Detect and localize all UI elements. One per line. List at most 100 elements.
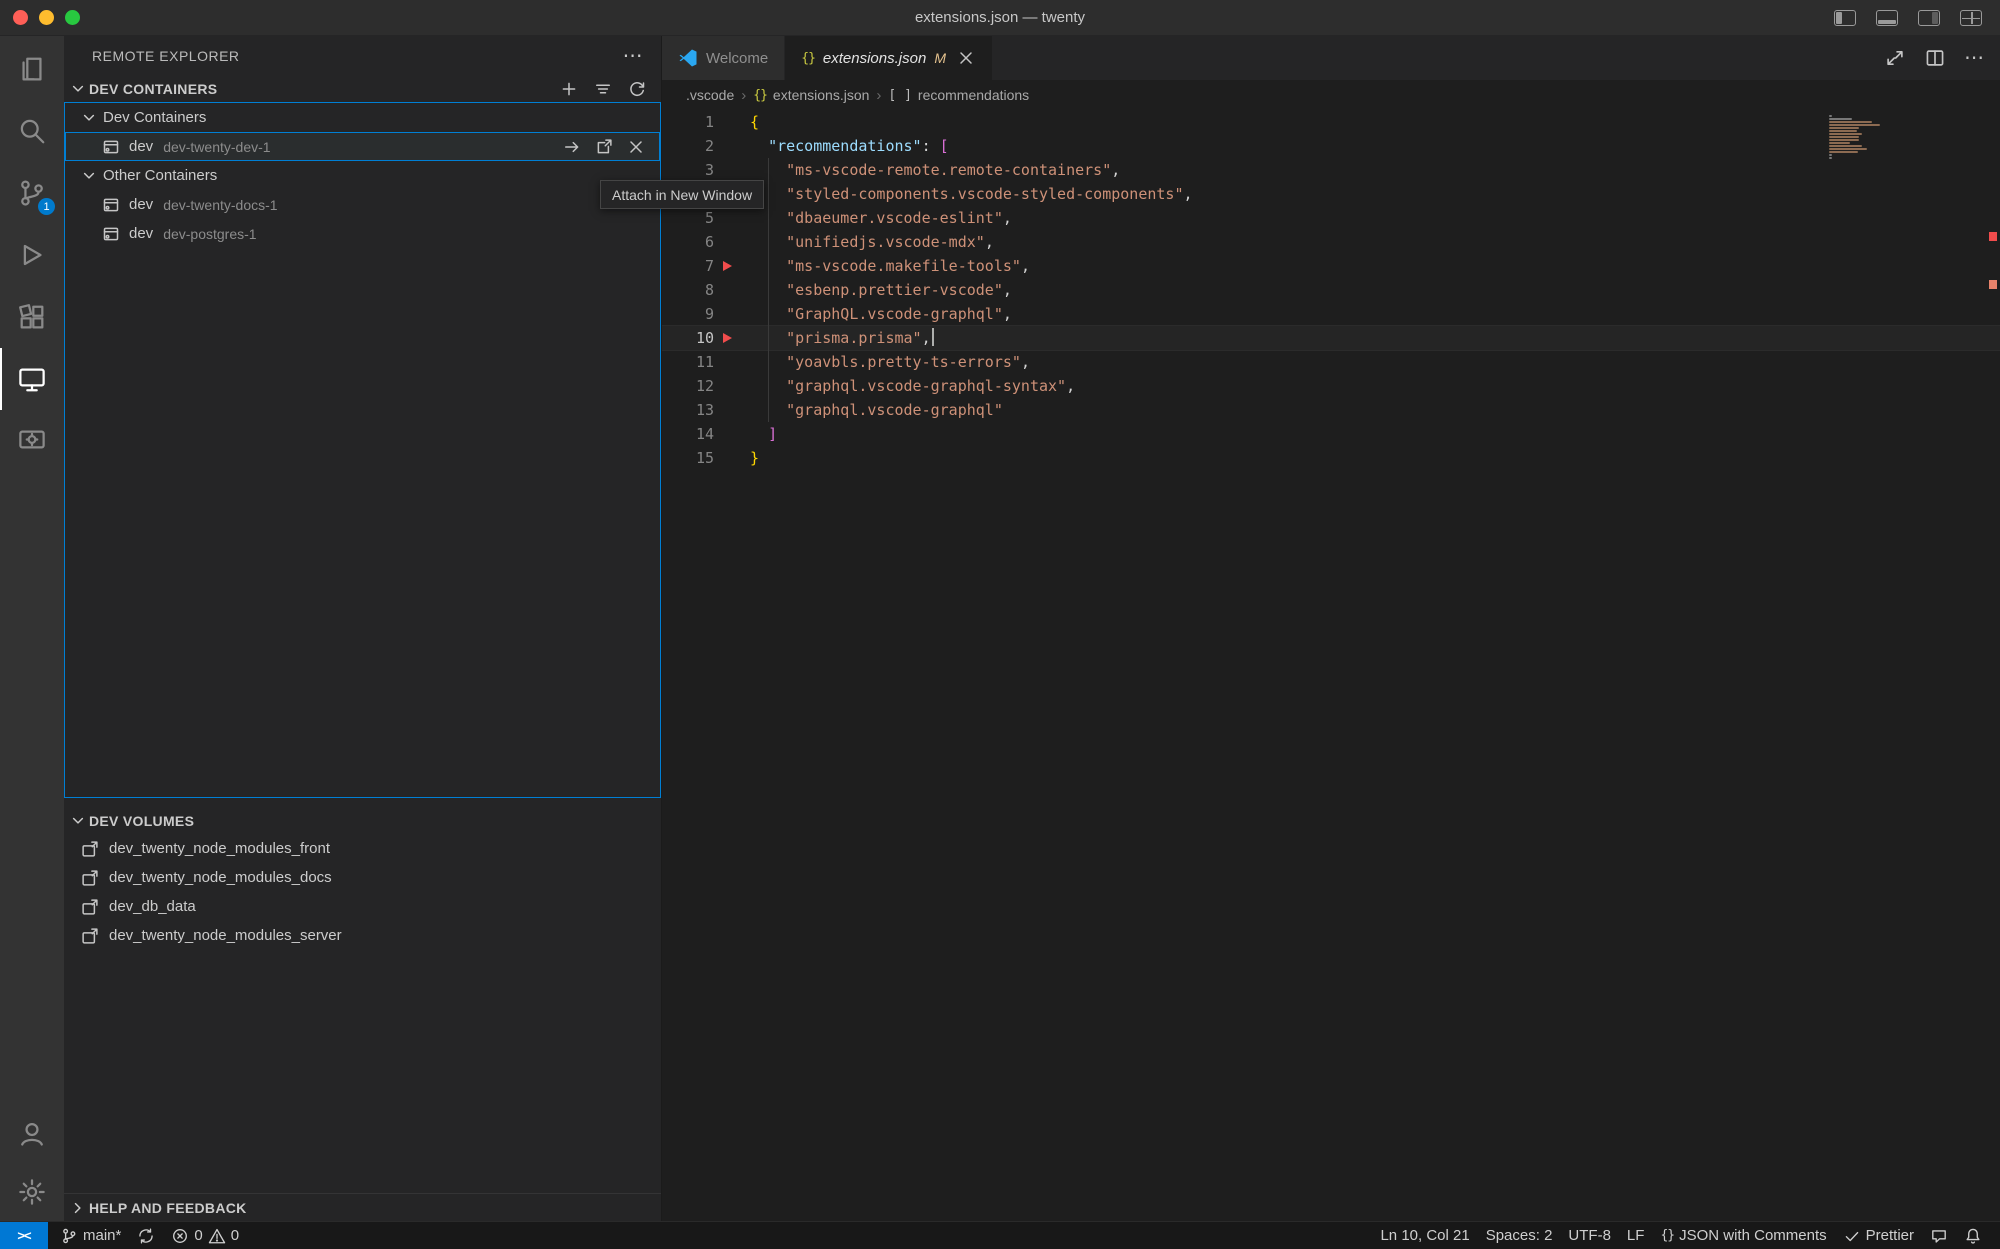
filter-containers-icon[interactable] [593,79,613,99]
breadcrumb-recommendations[interactable]: [ ]recommendations [888,87,1029,103]
section-dev-containers-header[interactable]: DEV CONTAINERS [64,76,661,102]
split-editor-icon[interactable] [1924,47,1946,69]
status-branch[interactable]: main* [52,1222,129,1249]
attach-new-window-icon[interactable] [594,137,614,157]
code-line-3[interactable]: 3 "ms-vscode-remote.remote-containers", [662,158,2000,182]
code-line-12[interactable]: 12 "graphql.vscode-graphql-syntax", [662,374,2000,398]
attach-current-window-icon[interactable] [562,137,582,157]
volume-name: dev_twenty_node_modules_front [109,840,330,857]
add-container-icon[interactable] [559,79,579,99]
tree-group-other-containers[interactable]: Other Containers [65,161,660,190]
status-eol[interactable]: LF [1619,1222,1653,1249]
window-title: extensions.json — twenty [0,9,2000,26]
status-cursor-position[interactable]: Ln 10, Col 21 [1372,1222,1477,1249]
breadcrumb--vscode[interactable]: .vscode [686,87,734,103]
code-text: "ms-vscode-remote.remote-containers", [750,158,1120,182]
activity-source-control-icon[interactable]: 1 [0,162,64,224]
code-line-1[interactable]: 1{ [662,110,2000,134]
status-formatter[interactable]: Prettier [1835,1222,1922,1249]
container-item-dev-twenty-dev-1[interactable]: devdev-twenty-dev-1 [65,132,660,161]
toggle-primary-sidebar-icon[interactable] [1834,10,1856,26]
close-window-button[interactable] [13,10,28,25]
section-dev-volumes-header[interactable]: DEV VOLUMES [64,808,661,834]
dev-containers-actions [559,79,647,99]
tab-extensions-json[interactable]: {}extensions.jsonM [785,36,993,80]
code-line-5[interactable]: 5 "dbaeumer.vscode-eslint", [662,206,2000,230]
remote-indicator[interactable]: >< [0,1222,48,1249]
customize-layout-icon[interactable] [1960,10,1982,26]
status-language-mode[interactable]: {}JSON with Comments [1652,1222,1834,1249]
open-changes-icon[interactable] [1884,47,1906,69]
code-line-15[interactable]: 15} [662,446,2000,470]
volume-item-dev_db_data[interactable]: dev_db_data [64,892,661,921]
minimap-line [1829,157,1832,159]
activity-containers-icon[interactable] [0,410,64,472]
zoom-window-button[interactable] [65,10,80,25]
activity-search-icon[interactable] [0,100,64,162]
minimap-line [1829,142,1850,144]
code-line-14[interactable]: 14 ] [662,422,2000,446]
gear-glyph-icon [17,1177,47,1207]
tree-group-dev-containers[interactable]: Dev Containers [65,103,660,132]
code-line-11[interactable]: 11 "yoavbls.pretty-ts-errors", [662,350,2000,374]
section-help-feedback-header[interactable]: HELP AND FEEDBACK [64,1193,661,1221]
activity-extensions-icon[interactable] [0,286,64,348]
status-notifications[interactable] [1956,1222,1990,1249]
code-text: "ms-vscode.makefile-tools", [750,254,1030,278]
minimize-window-button[interactable] [39,10,54,25]
volume-item-dev_twenty_node_modules_server[interactable]: dev_twenty_node_modules_server [64,921,661,950]
code-line-2[interactable]: 2 "recommendations": [ [662,134,2000,158]
code-line-10[interactable]: 10 "prisma.prisma", [662,326,2000,350]
chevron-down-icon [68,811,88,831]
status-problems[interactable]: 00 [163,1222,247,1249]
tab-welcome[interactable]: Welcome [662,36,785,80]
volume-item-dev_twenty_node_modules_docs[interactable]: dev_twenty_node_modules_docs [64,863,661,892]
status-encoding[interactable]: UTF-8 [1560,1222,1619,1249]
code-text: "esbenp.prettier-vscode", [750,278,1012,302]
code-line-7[interactable]: 7 "ms-vscode.makefile-tools", [662,254,2000,278]
container-item-dev-postgres-1[interactable]: devdev-postgres-1 [65,219,660,248]
status-feedback[interactable] [1922,1222,1956,1249]
editor-more-actions-icon[interactable]: ⋯ [1964,54,1984,62]
code-line-9[interactable]: 9 "GraphQL.vscode-graphql", [662,302,2000,326]
overview-ruler[interactable] [1986,110,2000,1221]
code-editor[interactable]: 1{2 "recommendations": [3 "ms-vscode-rem… [662,110,2000,1221]
container-name: dev [129,225,153,242]
activity-explorer-icon[interactable] [0,38,64,100]
sidebar-more-actions-icon[interactable]: ⋯ [623,51,644,61]
error-icon [171,1227,189,1245]
chevron-down-icon [79,108,99,128]
tree-group-label: Dev Containers [103,109,206,126]
gutter-space [714,158,750,182]
activity-settings-icon[interactable] [0,1163,64,1221]
activity-accounts-icon[interactable] [0,1105,64,1163]
minimap[interactable] [1829,115,1891,159]
gutter-space [714,230,750,254]
volume-item-dev_twenty_node_modules_front[interactable]: dev_twenty_node_modules_front [64,834,661,863]
toggle-panel-icon[interactable] [1876,10,1898,26]
gutter-space [714,278,750,302]
gutter-space [714,446,750,470]
status-sync[interactable] [129,1222,163,1249]
breadcrumb-label: .vscode [686,87,734,103]
code-line-6[interactable]: 6 "unifiedjs.vscode-mdx", [662,230,2000,254]
close-tab-icon[interactable] [956,48,976,68]
activity-remote-explorer-icon[interactable] [0,348,64,410]
remove-container-icon[interactable] [626,137,646,157]
dev-volumes-list: dev_twenty_node_modules_front dev_twenty_… [64,834,661,950]
branch-icon [60,1227,78,1245]
breadcrumb-label: extensions.json [773,87,870,103]
code-text: { [750,110,759,134]
status-indentation[interactable]: Spaces: 2 [1478,1222,1561,1249]
breadcrumb-extensions-json[interactable]: {}extensions.json [753,87,869,103]
code-line-4[interactable]: 4 "styled-components.vscode-styled-compo… [662,182,2000,206]
container-description: dev-twenty-docs-1 [163,197,277,213]
breadcrumb-label: recommendations [918,87,1029,103]
code-line-8[interactable]: 8 "esbenp.prettier-vscode", [662,278,2000,302]
line-number: 7 [662,254,714,278]
activity-run-debug-icon[interactable] [0,224,64,286]
refresh-containers-icon[interactable] [627,79,647,99]
toggle-secondary-sidebar-icon[interactable] [1918,10,1940,26]
container-item-dev-twenty-docs-1[interactable]: devdev-twenty-docs-1 [65,190,660,219]
code-line-13[interactable]: 13 "graphql.vscode-graphql" [662,398,2000,422]
